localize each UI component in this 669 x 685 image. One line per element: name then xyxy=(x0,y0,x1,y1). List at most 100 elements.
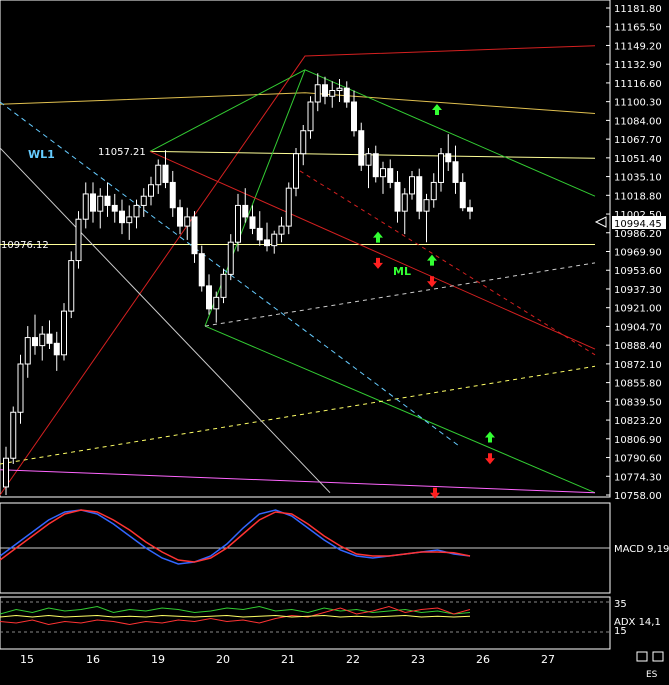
annotation-level: 10976.12 xyxy=(1,240,49,251)
candle-body xyxy=(39,333,46,347)
candle-body xyxy=(155,164,162,186)
buy-arrow-icon xyxy=(432,104,442,116)
signal-arrows-layer xyxy=(373,104,495,499)
price-tick-label: 10823.20 xyxy=(614,416,662,427)
candle-body xyxy=(32,337,38,347)
price-tick-label: 10806.90 xyxy=(614,435,662,446)
price-tick-label: 10904.70 xyxy=(614,322,662,333)
candle-body xyxy=(111,204,118,212)
candle-body xyxy=(198,253,205,287)
candle-body xyxy=(148,184,154,197)
candle-body xyxy=(104,195,111,206)
macd-indicator xyxy=(0,509,610,565)
candle-body xyxy=(169,181,176,209)
current-price-label: 10994.45 xyxy=(614,219,662,230)
candle-body xyxy=(467,207,473,212)
price-tick-label: 11051.40 xyxy=(614,154,662,165)
candle-body xyxy=(409,176,415,195)
zoom-out-icon[interactable] xyxy=(636,651,648,662)
price-tick-label: 10937.30 xyxy=(614,285,662,296)
candle-body xyxy=(293,153,299,189)
price-tick-label: 11100.30 xyxy=(614,98,662,109)
candle-body xyxy=(140,195,147,206)
candle-body xyxy=(365,153,372,166)
zoom-in-icon[interactable] xyxy=(652,651,664,662)
candle-body xyxy=(256,227,263,241)
price-tick-label: 10969.90 xyxy=(614,248,662,259)
candle-body xyxy=(438,153,444,183)
candle-body xyxy=(329,90,336,97)
candle-body xyxy=(68,260,75,312)
buy-arrow-icon xyxy=(427,254,437,266)
time-tick-label: 23 xyxy=(411,653,425,666)
price-tick-label: 11149.20 xyxy=(614,41,662,52)
adx-tick-35: 35 xyxy=(614,599,627,610)
candle-body xyxy=(162,164,169,183)
candle-body xyxy=(97,195,104,212)
price-tick-label: 11165.50 xyxy=(614,23,662,34)
candle-body xyxy=(3,457,9,488)
price-tick-label: 11067.70 xyxy=(614,135,662,146)
candle-body xyxy=(133,204,140,218)
candle-body xyxy=(53,342,60,356)
candle-body xyxy=(322,84,328,97)
candle-body xyxy=(343,87,350,103)
candle-body xyxy=(184,216,191,227)
candle-body xyxy=(249,216,256,229)
price-tick-label: 11084.00 xyxy=(614,116,662,127)
candle-body xyxy=(300,130,307,155)
candle-body xyxy=(191,216,198,255)
candle-body xyxy=(445,153,452,163)
candle-body xyxy=(177,207,183,227)
stock-chart: 11181.80 11165.50 11149.20 11132.90 11116.60… xyxy=(0,0,669,681)
candles-layer xyxy=(3,73,473,495)
time-tick-label: 22 xyxy=(346,653,360,666)
buy-arrow-icon xyxy=(373,231,383,243)
adx-panel-frame xyxy=(0,596,611,650)
trendline xyxy=(299,170,596,356)
candle-body xyxy=(358,130,365,166)
price-tick-label: 10953.60 xyxy=(614,266,662,277)
annotation-wl1: WL1 xyxy=(28,148,55,161)
candle-body xyxy=(46,333,53,344)
candle-body xyxy=(119,210,125,224)
time-tick-label: 21 xyxy=(281,653,295,666)
adx-line xyxy=(0,614,471,618)
adx-indicator xyxy=(0,601,610,633)
trendline xyxy=(149,150,596,159)
candle-body xyxy=(416,176,423,212)
price-axis: 11181.80 11165.50 11149.20 11132.90 11116.60… xyxy=(606,4,662,502)
symbol-label: ES xyxy=(646,670,658,680)
candle-body xyxy=(271,233,278,247)
candle-body xyxy=(24,337,31,365)
price-tick-label: 11181.80 xyxy=(614,4,662,15)
candle-body xyxy=(126,216,133,224)
trendline xyxy=(149,69,596,197)
candle-body xyxy=(213,296,220,310)
candle-body xyxy=(314,84,321,103)
time-tick-label: 19 xyxy=(151,653,165,666)
current-price-pointer xyxy=(594,216,607,228)
candle-body xyxy=(387,168,394,183)
candle-body xyxy=(351,101,357,132)
price-tick-label: 11018.80 xyxy=(614,191,662,202)
time-tick-label: 15 xyxy=(20,653,34,666)
candle-body xyxy=(90,193,96,212)
candle-body xyxy=(401,193,408,212)
candle-body xyxy=(459,181,466,209)
macd-line xyxy=(0,509,471,565)
price-tick-label: 10921.00 xyxy=(614,304,662,315)
adx-tick-15: 15 xyxy=(614,626,627,637)
trendline xyxy=(0,365,596,465)
price-tick-label: 11132.90 xyxy=(614,60,662,71)
candle-body xyxy=(307,101,314,132)
macd-label: MACD 9,19 xyxy=(614,544,669,555)
sell-arrow-icon xyxy=(485,453,495,465)
time-tick-label: 26 xyxy=(476,653,490,666)
candle-body xyxy=(220,273,227,298)
time-tick-label: 16 xyxy=(86,653,100,666)
candle-body xyxy=(17,363,24,413)
candle-body xyxy=(235,204,241,243)
price-tick-label: 10790.60 xyxy=(614,454,662,465)
candle-body xyxy=(75,218,82,262)
